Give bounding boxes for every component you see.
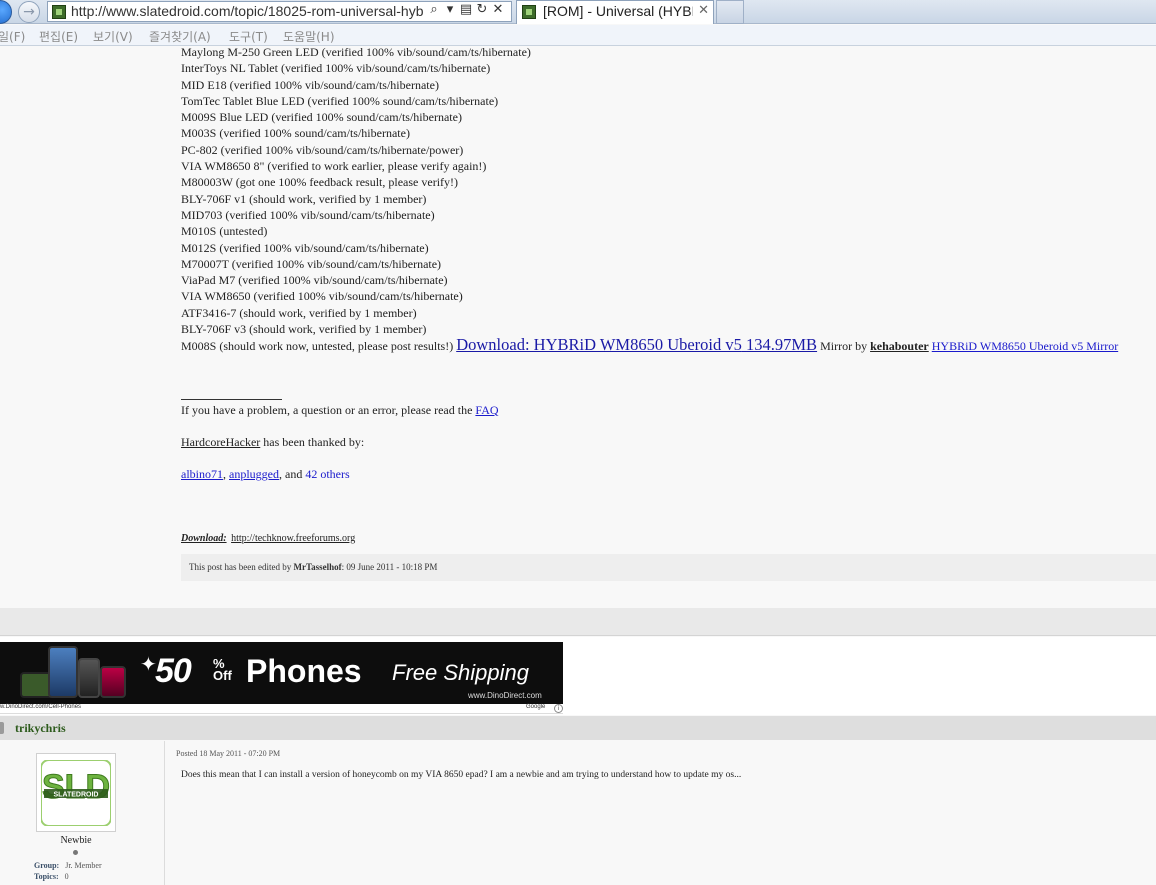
svg-text:SLATEDROID: SLATEDROID xyxy=(54,792,99,799)
faq-text: If you have a problem, a question or an … xyxy=(181,403,473,417)
list-item: M012S (verified 100% vib/sound/cam/ts/hi… xyxy=(181,240,429,255)
list-item: TomTec Tablet Blue LED (verified 100% so… xyxy=(181,93,499,108)
address-bar[interactable]: http://www.slatedroid.com/topic/18025-ro… xyxy=(47,1,512,22)
edit-notice: This post has been edited by MrTasselhof… xyxy=(181,554,1156,581)
download-link[interactable]: Download: HYBRiD WM8650 Uberoid v5 134.9… xyxy=(456,335,817,354)
mirror-user-link[interactable]: kehabouter xyxy=(870,339,929,353)
menu-tools[interactable]: 도구(T) xyxy=(229,28,268,45)
post-body: Does this mean that I can install a vers… xyxy=(181,770,742,780)
menu-edit[interactable]: 편집(E) xyxy=(39,28,78,45)
list-item: VIA WM8650 8" (verified to work earlier,… xyxy=(181,159,487,174)
list-item: M010S (untested) xyxy=(181,224,268,239)
thanks-line: HardcoreHacker has been thanked by: xyxy=(181,435,364,450)
tab-favicon-icon xyxy=(522,5,536,19)
signature-divider xyxy=(181,399,282,400)
back-button[interactable] xyxy=(0,0,12,24)
post-date: Posted 18 May 2011 - 07:20 PM xyxy=(176,749,281,758)
member-rank: Newbie xyxy=(60,835,92,846)
thankers-list: albino71, anplugged, and 42 others xyxy=(181,467,350,481)
tab-active[interactable]: [ROM] - Universal (HYBRiD... ✕ xyxy=(516,0,714,24)
list-item-last: M008S (should work now, untested, please… xyxy=(181,339,454,354)
signature-link[interactable]: http://techknow.freeforums.org xyxy=(231,533,355,544)
forward-arrow-icon: → xyxy=(23,4,35,20)
ad-phones: Phones xyxy=(246,653,362,689)
tab-title: [ROM] - Universal (HYBRiD... xyxy=(543,3,693,19)
menu-bar: 일(F) 편집(E) 보기(V) 즐겨찾기(A) 도구(T) 도움말(H) xyxy=(0,25,1156,46)
list-item: M80003W (got one 100% feedback result, p… xyxy=(181,175,459,190)
refresh-icon[interactable]: ↻ xyxy=(474,2,490,17)
list-item: M003S (verified 100% sound/cam/ts/hibern… xyxy=(181,126,410,141)
ad-off: % Off xyxy=(213,656,232,683)
phone-image xyxy=(100,666,126,698)
post-author-bar: trikychris xyxy=(0,716,1156,740)
ad-site: www.DinoDirect.com xyxy=(468,691,542,700)
download-line: M008S (should work now, untested, please… xyxy=(181,335,1118,354)
tab-close-icon[interactable]: ✕ xyxy=(698,3,709,18)
signature-download: Download: http://techknow.freeforums.org xyxy=(181,533,355,544)
menu-favorites[interactable]: 즐겨찾기(A) xyxy=(149,28,211,45)
slatedroid-logo-icon: SLD SLATEDROID xyxy=(41,760,111,826)
post-separator xyxy=(0,608,1156,636)
dropdown-icon[interactable]: ▾ xyxy=(442,2,458,17)
ad-free-shipping: Free Shipping xyxy=(392,660,529,685)
signature-label: Download: xyxy=(181,533,227,544)
list-item: VIA WM8650 (verified 100% vib/sound/cam/… xyxy=(181,289,463,304)
author-name[interactable]: trikychris xyxy=(15,721,66,736)
stop-icon[interactable]: ✕ xyxy=(490,2,506,17)
others-link[interactable]: 42 others xyxy=(305,467,349,481)
list-item: MID E18 (verified 100% vib/sound/cam/ts/… xyxy=(181,77,439,92)
edit-text: This post has been edited by MrTasselhof… xyxy=(189,562,438,572)
site-favicon-icon xyxy=(52,5,66,19)
ad-url[interactable]: w.DinoDirect.com/Cell-Phones xyxy=(0,704,81,710)
faq-notice: If you have a problem, a question or an … xyxy=(181,403,499,418)
mirror-link[interactable]: HYBRiD WM8650 Uberoid v5 Mirror xyxy=(932,339,1118,353)
device-list: Maylong M-250 Green LED (verified 100% v… xyxy=(181,44,1118,354)
list-item: ATF3416-7 (should work, verified by 1 me… xyxy=(181,305,417,320)
faq-link[interactable]: FAQ xyxy=(475,403,498,417)
user-icon xyxy=(0,722,4,734)
browser-toolbar: → http://www.slatedroid.com/topic/18025-… xyxy=(0,0,1156,24)
ad-footer: w.DinoDirect.com/Cell-Phones Google i xyxy=(0,704,563,714)
url-text[interactable]: http://www.slatedroid.com/topic/18025-ro… xyxy=(71,3,423,19)
avatar[interactable]: SLD SLATEDROID xyxy=(36,753,116,832)
menu-view[interactable]: 보기(V) xyxy=(93,28,133,45)
thanker-link[interactable]: albino71 xyxy=(181,467,223,481)
thanked-user-link[interactable]: HardcoreHacker xyxy=(181,435,260,449)
list-item: BLY-706F v1 (should work, verified by 1 … xyxy=(181,191,427,206)
author-info: SLD SLATEDROID Newbie Group: Jr. Member T… xyxy=(0,741,165,885)
ad-percent: 50 xyxy=(155,652,192,690)
member-group: Group: Jr. Member xyxy=(34,861,102,870)
thanked-text: has been thanked by: xyxy=(263,435,365,449)
compat-view-icon[interactable]: ▤ xyxy=(458,2,474,17)
address-bar-icons: ⌕ ▾ ▤ ↻ ✕ xyxy=(426,2,506,17)
member-topics: Topics: 0 xyxy=(34,872,69,881)
rank-pip-icon xyxy=(73,850,78,855)
list-item: Maylong M-250 Green LED (verified 100% v… xyxy=(181,45,531,59)
ad-banner[interactable]: ✦ 50 % Off Phones Free Shipping www.DinoD… xyxy=(0,642,563,704)
list-item: M009S Blue LED (verified 100% sound/cam/… xyxy=(181,110,462,125)
menu-help[interactable]: 도움말(H) xyxy=(283,28,335,45)
menu-file[interactable]: 일(F) xyxy=(0,28,25,45)
list-item: ViaPad M7 (verified 100% vib/sound/cam/t… xyxy=(181,273,448,288)
list-item: M70007T (verified 100% vib/sound/cam/ts/… xyxy=(181,256,442,271)
mirror-by-label: Mirror by xyxy=(820,339,868,354)
thanker-link[interactable]: anplugged xyxy=(229,467,279,481)
list-item: PC-802 (verified 100% vib/sound/cam/ts/h… xyxy=(181,142,464,157)
edit-user: MrTasselhof xyxy=(293,562,342,572)
svg-text:SLD: SLD xyxy=(42,768,110,806)
forward-button[interactable]: → xyxy=(18,1,40,23)
ad-google: Google xyxy=(526,704,546,710)
list-item: InterToys NL Tablet (verified 100% vib/s… xyxy=(181,61,491,76)
new-tab-button[interactable] xyxy=(716,0,744,24)
phone-image xyxy=(48,646,78,698)
search-icon[interactable]: ⌕ xyxy=(426,2,442,17)
ad-info-icon[interactable]: i xyxy=(554,704,563,713)
phone-image xyxy=(78,658,100,698)
list-item: MID703 (verified 100% vib/sound/cam/ts/h… xyxy=(181,207,435,222)
